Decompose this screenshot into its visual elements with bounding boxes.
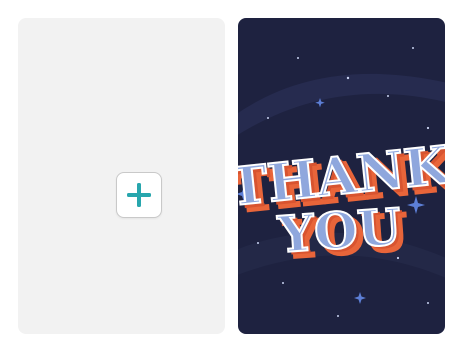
you-lettering: YOU YOU YOU — [274, 196, 411, 272]
thank-you-artwork: THANK THANK THANK YOU YOU YOU — [238, 18, 445, 334]
blank-card[interactable] — [18, 18, 225, 334]
add-card-button[interactable] — [116, 172, 162, 218]
plus-icon — [127, 183, 151, 207]
thank-you-card[interactable]: THANK THANK THANK YOU YOU YOU — [238, 18, 445, 334]
card-picker: THANK THANK THANK YOU YOU YOU — [0, 0, 464, 352]
you-text: YOU — [275, 197, 403, 264]
